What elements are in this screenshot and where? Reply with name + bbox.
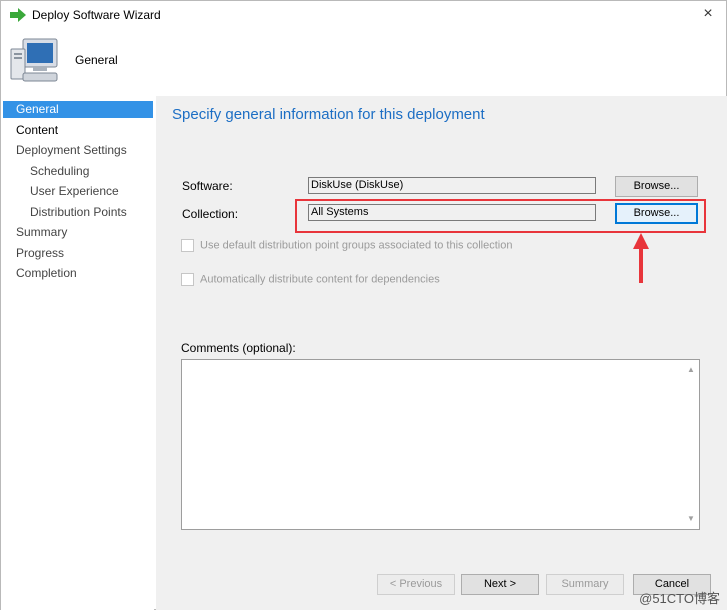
auto-distribute-option[interactable]: Automatically distribute content for dep… [181,273,440,287]
sidebar-item-scheduling[interactable]: Scheduling [3,163,153,180]
previous-button[interactable]: < Previous [377,574,455,595]
sidebar-item-label: Scheduling [30,164,90,178]
wizard-nav: General Content Deployment Settings Sche… [1,96,154,610]
comments-textarea[interactable]: ▲ ▼ [181,359,700,530]
sidebar-item-completion[interactable]: Completion [3,265,153,282]
sidebar-item-general[interactable]: General [3,101,153,118]
deploy-software-wizard-window: Deploy Software Wizard × General General… [0,0,727,610]
sidebar-item-content[interactable]: Content [3,122,153,139]
next-button[interactable]: Next > [461,574,539,595]
sidebar-item-user-experience[interactable]: User Experience [3,183,153,200]
use-default-dp-checkbox[interactable] [181,239,194,252]
watermark: @51CTO博客 [639,591,720,606]
sidebar-item-label: Deployment Settings [16,143,127,157]
auto-distribute-checkbox[interactable] [181,273,194,286]
window-title: Deploy Software Wizard [32,8,161,22]
collection-label: Collection: [182,207,239,221]
sidebar-item-label: Progress [16,246,65,260]
title-bar: Deploy Software Wizard × [1,1,726,29]
sidebar-item-label: Content [16,123,59,137]
annotation-highlight-box [295,199,706,233]
sidebar-item-label: General [16,102,59,116]
summary-button[interactable]: Summary [546,574,624,595]
use-default-dp-label: Use default distribution point groups as… [200,239,513,252]
use-default-dp-option[interactable]: Use default distribution point groups as… [181,239,512,253]
sidebar-item-label: Completion [16,266,77,280]
wizard-header: General [1,29,726,93]
sidebar-item-distribution-points[interactable]: Distribution Points [3,204,153,221]
comments-label: Comments (optional): [181,341,296,355]
sidebar-item-label: User Experience [30,184,119,198]
page-title: Specify general information for this dep… [172,106,485,123]
close-button[interactable]: × [698,5,718,23]
annotation-arrow-icon [633,233,649,283]
scroll-up-icon[interactable]: ▲ [686,365,696,375]
software-field[interactable]: DiskUse (DiskUse) [308,177,596,194]
sidebar-item-label: Summary [16,225,68,239]
sidebar-item-deployment-settings[interactable]: Deployment Settings [3,142,153,159]
header-page-name: General [75,53,118,67]
auto-distribute-label: Automatically distribute content for dep… [200,273,440,286]
sidebar-item-label: Distribution Points [30,205,127,219]
software-browse-button[interactable]: Browse... [615,176,698,197]
green-arrow-icon [10,8,26,22]
sidebar-item-summary[interactable]: Summary [3,224,153,241]
sidebar-item-progress[interactable]: Progress [3,245,153,262]
computer-icon [10,38,58,82]
scroll-down-icon[interactable]: ▼ [686,514,696,524]
software-label: Software: [182,179,233,193]
